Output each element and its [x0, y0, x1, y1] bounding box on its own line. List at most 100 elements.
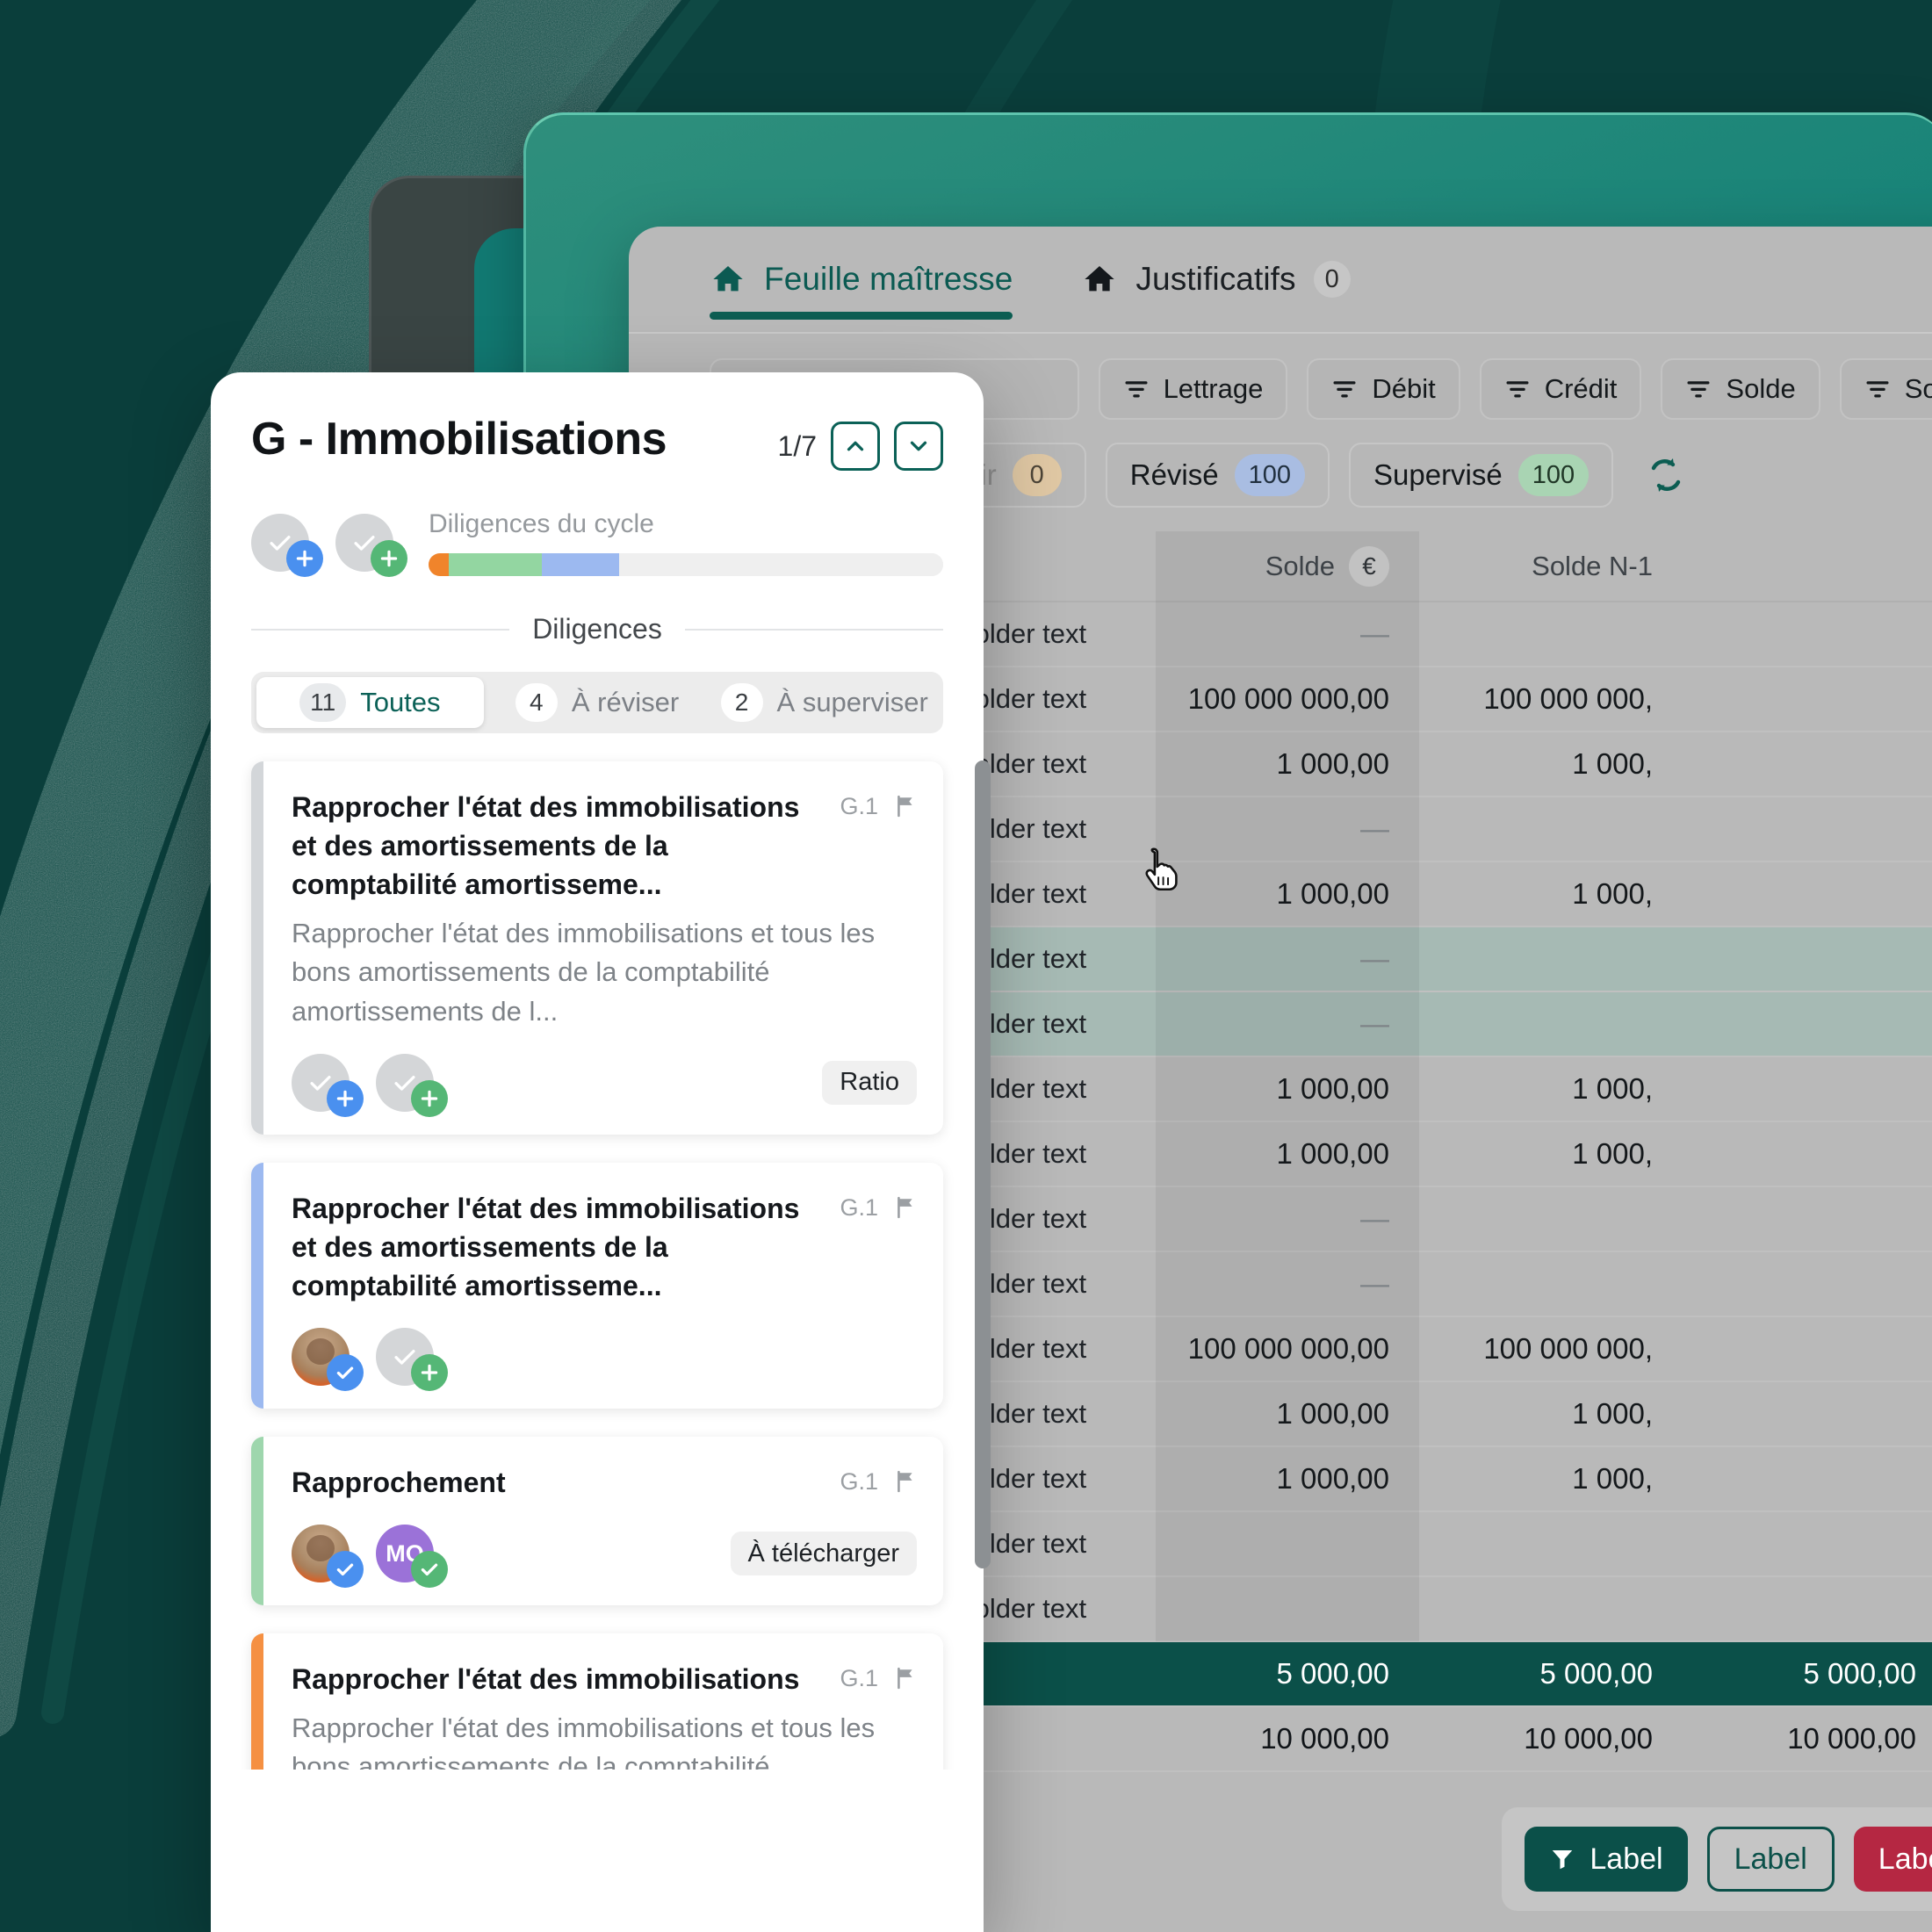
tab-toutes[interactable]: 11 Toutes	[256, 677, 484, 728]
divider-label: Diligences	[532, 613, 662, 645]
diligence-card[interactable]: Rapprocher l'état des immobilisations et…	[251, 761, 943, 1135]
cell-solde-n1: 100 000 000,	[1483, 682, 1653, 715]
label-button-text: Label	[1590, 1842, 1663, 1876]
tab-justificatifs[interactable]: Justificatifs 0	[1081, 227, 1351, 332]
cell-solde-n1: 100 000 000,	[1483, 1332, 1653, 1365]
filter-chip-label: Solde	[1726, 373, 1796, 404]
plus-badge-blue[interactable]	[327, 1079, 364, 1117]
card-tags: Ratio	[822, 1060, 917, 1105]
avatar[interactable]	[292, 1525, 364, 1589]
filter-chip-label: Crédit	[1544, 373, 1618, 404]
grand-solde: 10 000,00	[1260, 1722, 1389, 1755]
avatar[interactable]	[292, 1327, 364, 1391]
filter-chip-lettrage[interactable]: Lettrage	[1098, 358, 1288, 420]
filter-chip-label: Débit	[1372, 373, 1436, 404]
card-title: Rapprocher l'état des immobilisations et…	[292, 791, 800, 901]
filter-icon	[1333, 381, 1356, 398]
avatar[interactable]: MO	[376, 1525, 448, 1589]
flag-icon[interactable]	[894, 1470, 917, 1493]
diligence-card[interactable]: Rapprocher l'état des immobilisations G.1…	[251, 1633, 943, 1770]
pager-prev-button[interactable]	[831, 422, 880, 471]
progress-bar	[429, 553, 943, 576]
tab-count: 11	[299, 683, 347, 722]
plus-icon	[421, 1364, 438, 1381]
status-chip-supervise[interactable]: Supervisé 100	[1349, 443, 1614, 508]
check-badge-blue[interactable]	[327, 1551, 364, 1589]
card-avatar-stack	[292, 1327, 917, 1391]
cell-solde: 100 000 000,00	[1156, 667, 1419, 732]
status-chip-count: 0	[1012, 454, 1062, 496]
cycle-progress: Diligences du cycle	[420, 509, 943, 576]
progress-segment-revise	[449, 553, 542, 576]
status-chip-label: Supervisé	[1373, 458, 1503, 491]
label-button-danger[interactable]: Label	[1853, 1827, 1932, 1892]
diligence-card[interactable]: Rapprocher l'état des immobilisations et…	[251, 1162, 943, 1409]
tag-label[interactable]: Ratio	[822, 1060, 917, 1105]
flag-icon[interactable]	[894, 1667, 917, 1690]
plus-icon	[336, 1090, 354, 1107]
filter-chip-solde[interactable]: Solde	[1661, 358, 1820, 420]
flag-icon[interactable]	[894, 1196, 917, 1219]
cell-solde: 1 000,00	[1156, 1381, 1419, 1446]
plus-badge-green[interactable]	[411, 1353, 448, 1391]
card-status-stripe	[251, 1633, 263, 1770]
pager-count: 1/7	[777, 429, 817, 462]
funnel-icon	[1553, 1850, 1573, 1870]
plus-badge-green[interactable]	[411, 1079, 448, 1117]
avatar[interactable]	[376, 1053, 448, 1117]
cycle-progress-section: Diligences du cycle	[211, 471, 984, 577]
tab-feuille-maitresse[interactable]: Feuille maîtresse	[710, 227, 1013, 332]
filter-chip-debit[interactable]: Débit	[1307, 358, 1460, 420]
filter-chip-solde-n1[interactable]: Solde	[1839, 358, 1932, 420]
label-button-text: Label	[1878, 1842, 1932, 1876]
cell-solde: —	[1156, 797, 1419, 861]
card-footer: MO À télécharger	[292, 1525, 917, 1589]
tab-a-reviser[interactable]: 4 À réviser	[484, 677, 711, 728]
plus-badge-blue[interactable]	[286, 540, 323, 577]
plus-badge-green[interactable]	[371, 540, 407, 577]
card-reference: G.1	[840, 1193, 878, 1221]
avatar[interactable]	[292, 1053, 364, 1117]
cell-solde: —	[1156, 991, 1419, 1056]
pager-next-button[interactable]	[894, 422, 943, 471]
refresh-icon[interactable]	[1645, 454, 1687, 496]
plus-icon	[380, 550, 398, 567]
avatar[interactable]	[376, 1327, 448, 1391]
cell-solde-n1: 1 000,	[1572, 1462, 1653, 1495]
check-badge-green[interactable]	[411, 1551, 448, 1589]
tag-label[interactable]: À télécharger	[730, 1532, 917, 1576]
filter-icon	[1687, 381, 1710, 398]
cell-solde: 1 000,00	[1156, 1056, 1419, 1121]
card-status-stripe	[251, 1436, 263, 1606]
cell-solde-n1: 1 000,	[1572, 747, 1653, 780]
total-solde-n1: 5 000,00	[1539, 1657, 1653, 1690]
check-icon	[421, 1563, 438, 1576]
diligence-list[interactable]: Rapprocher l'état des immobilisations et…	[211, 751, 984, 1770]
tab-count: 4	[515, 683, 558, 722]
list-scrollbar[interactable]	[975, 761, 991, 1568]
diligence-card[interactable]: Rapprochement G.1 MO À télécharger	[251, 1436, 943, 1606]
pager: 1/7	[778, 413, 943, 471]
progress-label: Diligences du cycle	[429, 509, 654, 538]
avatar-slot-reviser[interactable]	[251, 514, 323, 577]
filter-icon	[1866, 381, 1889, 398]
diligences-modal: G - Immobilisations 1/7 Diligences du cy…	[211, 372, 984, 1932]
progress-segment-a-reviser	[541, 553, 619, 576]
status-chip-revise[interactable]: Révisé 100	[1105, 443, 1330, 508]
filter-chip-credit[interactable]: Crédit	[1479, 358, 1642, 420]
card-reference: G.1	[840, 1467, 878, 1495]
label-button-outline[interactable]: Label	[1706, 1827, 1835, 1892]
avatar-slot-superviser[interactable]	[335, 514, 407, 577]
card-body: Rapprocher l'état des immobilisations et…	[263, 1163, 943, 1409]
tab-a-superviser[interactable]: 2 À superviser	[710, 677, 938, 728]
card-header: Rapprocher l'état des immobilisations G.1	[292, 1660, 917, 1698]
chevron-up-icon	[847, 441, 864, 451]
card-header: Rapprochement G.1	[292, 1463, 917, 1502]
check-badge-blue[interactable]	[327, 1353, 364, 1391]
flag-icon[interactable]	[894, 795, 917, 818]
tab-label: Toutes	[360, 687, 441, 717]
card-avatar-stack	[292, 1053, 822, 1117]
currency-badge[interactable]: €	[1349, 546, 1389, 587]
status-chip-count: 100	[1517, 454, 1590, 496]
label-button-primary[interactable]: Label	[1525, 1827, 1688, 1892]
